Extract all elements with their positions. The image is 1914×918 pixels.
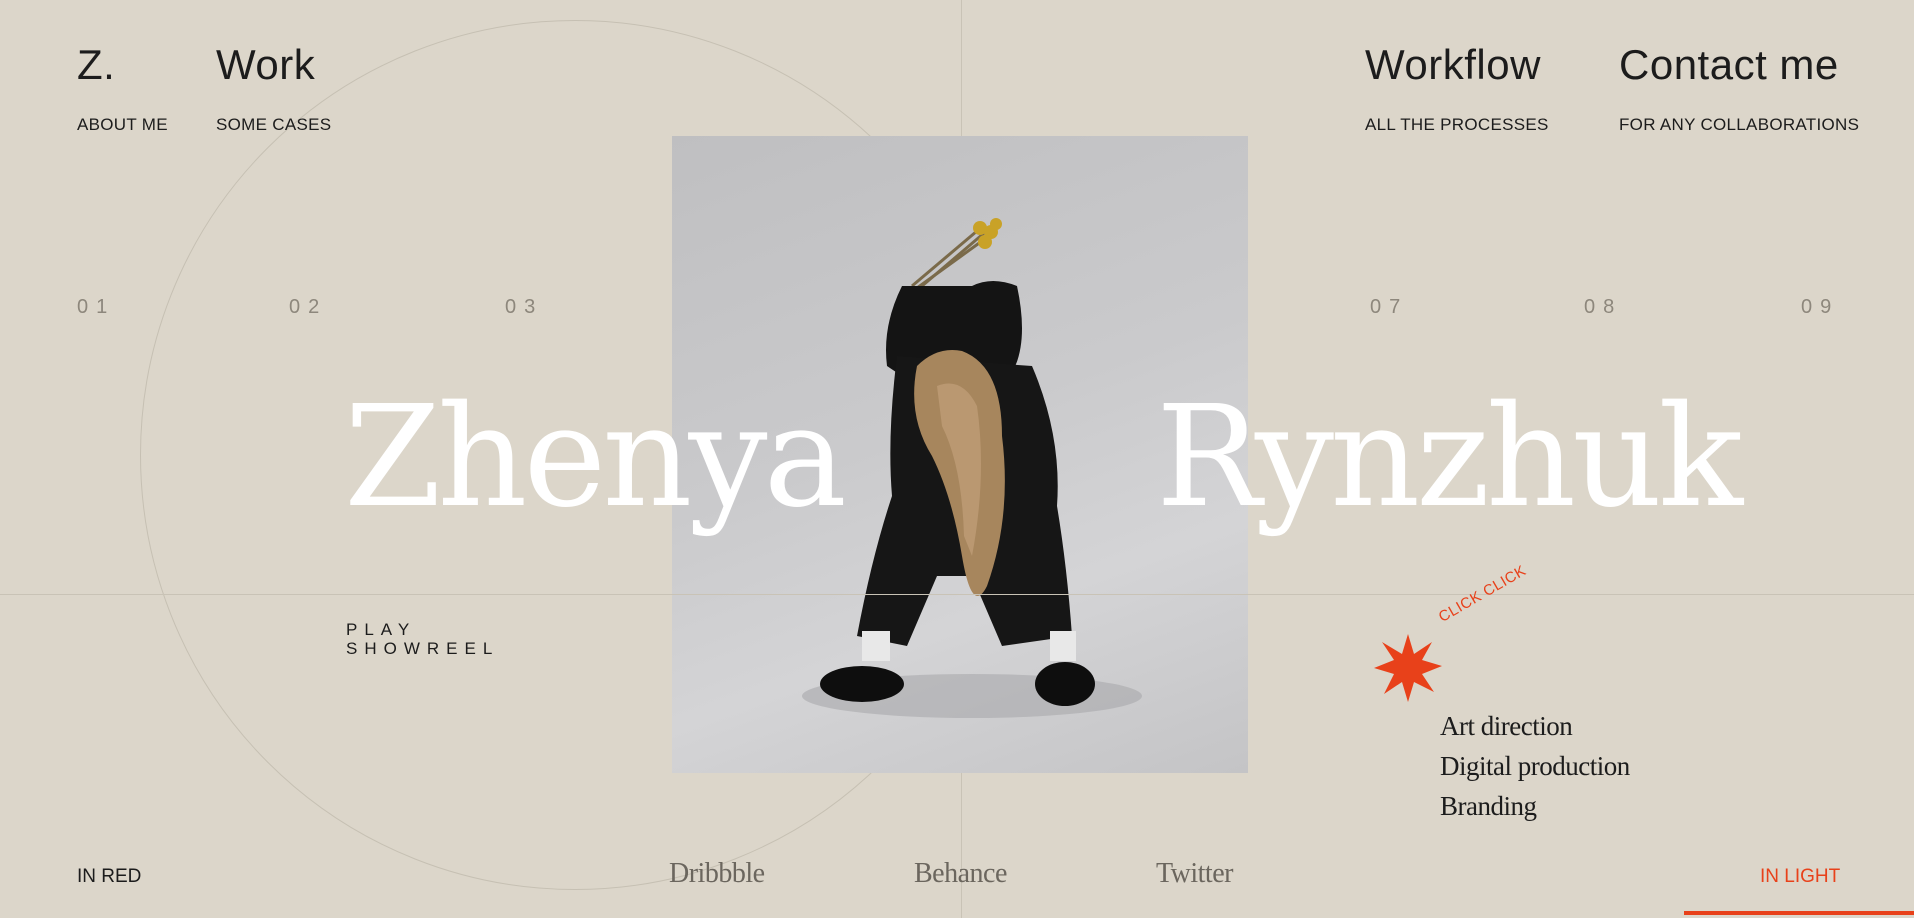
section-number: 09	[1801, 296, 1840, 318]
section-number: 08	[1584, 296, 1623, 318]
behance-link[interactable]: Behance	[914, 860, 1007, 888]
showreel-line-1: PLAY	[346, 620, 417, 639]
section-number: 01	[77, 296, 116, 318]
contact-link[interactable]: Contact me	[1619, 44, 1859, 86]
hero-first-name: Zhenya	[344, 376, 847, 539]
section-number: 03	[505, 296, 544, 318]
in-light-toggle[interactable]: IN LIGHT	[1760, 867, 1840, 886]
section-number: 02	[289, 296, 328, 318]
horizontal-guide-line	[0, 594, 1914, 595]
service-item: Branding	[1440, 791, 1537, 821]
contact-nav[interactable]: Contact me FOR ANY COLLABORATIONS	[1619, 44, 1859, 134]
service-item: Art direction	[1440, 711, 1573, 741]
processes-link[interactable]: ALL THE PROCESSES	[1365, 116, 1549, 133]
dribbble-link[interactable]: Dribbble	[669, 860, 765, 888]
logo-nav[interactable]: Z. ABOUT ME	[77, 44, 168, 134]
logo[interactable]: Z.	[77, 44, 168, 86]
work-link[interactable]: Work	[216, 44, 331, 86]
hero-last-name: Rynzhuk	[1156, 376, 1743, 539]
some-cases-link[interactable]: SOME CASES	[216, 116, 331, 133]
play-showreel-button[interactable]: PLAY SHOWREEL	[346, 620, 499, 658]
in-red-toggle[interactable]: IN RED	[77, 867, 141, 886]
twitter-link[interactable]: Twitter	[1156, 860, 1233, 888]
work-nav[interactable]: Work SOME CASES	[216, 44, 331, 134]
active-theme-indicator	[1684, 911, 1914, 915]
services-list: Art direction Digital production Brandin…	[1440, 706, 1630, 826]
workflow-link[interactable]: Workflow	[1365, 44, 1549, 86]
about-me-link[interactable]: ABOUT ME	[77, 116, 168, 133]
workflow-nav[interactable]: Workflow ALL THE PROCESSES	[1365, 44, 1549, 134]
showreel-line-2: SHOWREEL	[346, 639, 500, 658]
service-item: Digital production	[1440, 751, 1630, 781]
star-burst-icon[interactable]	[1372, 632, 1444, 704]
section-number: 07	[1370, 296, 1409, 318]
collaborations-link[interactable]: FOR ANY COLLABORATIONS	[1619, 116, 1859, 133]
